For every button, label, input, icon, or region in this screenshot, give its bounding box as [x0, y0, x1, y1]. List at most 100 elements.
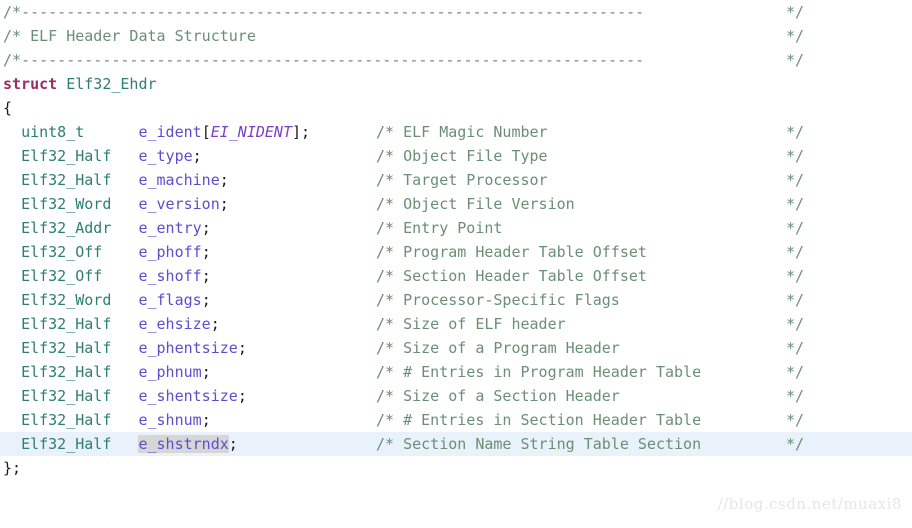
- rule-dashes: ----------------------------------------…: [21, 3, 645, 21]
- field-terminator: ;: [201, 219, 211, 237]
- field-declaration: Elf32_Word e_flags;: [3, 288, 211, 312]
- field-comment: /* Object File Type: [376, 144, 548, 168]
- struct-field-row[interactable]: Elf32_Off e_phoff; /* Program Header Tabl…: [0, 240, 912, 264]
- field-indent: [3, 267, 21, 285]
- field-name[interactable]: e_shoff: [138, 267, 201, 285]
- field-comment-close: */: [786, 147, 805, 165]
- field-type: Elf32_Word: [21, 195, 112, 213]
- field-name[interactable]: e_type: [138, 147, 192, 165]
- field-comment-open: /*: [376, 243, 395, 261]
- struct-field-row[interactable]: uint8_t e_ident[EI_NIDENT]; /* ELF Magic …: [0, 120, 912, 144]
- field-name[interactable]: e_ehsize: [138, 315, 210, 333]
- field-indent: [3, 123, 21, 141]
- field-indent: [3, 291, 21, 309]
- field-comment-open: /*: [376, 123, 395, 141]
- field-name[interactable]: e_ident: [138, 123, 201, 141]
- field-type-gap: [84, 123, 138, 141]
- struct-field-row[interactable]: Elf32_Half e_shnum; /* # Entries in Secti…: [0, 408, 912, 432]
- field-terminator: ;: [219, 171, 229, 189]
- title-comment-open: /*: [3, 27, 22, 45]
- field-type-gap: [111, 171, 138, 189]
- struct-field-list: uint8_t e_ident[EI_NIDENT]; /* ELF Magic …: [0, 120, 912, 456]
- field-type: Elf32_Half: [21, 315, 112, 333]
- field-type: Elf32_Half: [21, 339, 112, 357]
- struct-field-row[interactable]: Elf32_Half e_phnum; /* # Entries in Progr…: [0, 360, 912, 384]
- field-comment-open: /*: [376, 195, 395, 213]
- field-comment-open: /*: [376, 291, 395, 309]
- field-comment: /* Entry Point: [376, 216, 502, 240]
- field-comment-close: */: [786, 171, 805, 189]
- field-comment-text: # Entries in Section Header Table: [394, 411, 702, 429]
- field-declaration: Elf32_Half e_shnum;: [3, 408, 211, 432]
- field-comment: /* Section Header Table Offset: [376, 264, 647, 288]
- field-indent: [3, 387, 21, 405]
- struct-field-row[interactable]: Elf32_Half e_type; /* Object File Type */: [0, 144, 912, 168]
- field-comment: /* Target Processor: [376, 168, 548, 192]
- field-declaration: Elf32_Word e_version;: [3, 192, 229, 216]
- field-name[interactable]: e_version: [138, 195, 219, 213]
- field-declaration: Elf32_Half e_shstrndx;: [3, 432, 238, 456]
- field-indent: [3, 315, 21, 333]
- watermark: //blog.csdn.net/muaxi8: [717, 495, 902, 513]
- field-comment-text: Size of a Program Header: [394, 339, 620, 357]
- struct-open-brace: {: [3, 99, 13, 117]
- field-type-gap: [111, 147, 138, 165]
- field-indent: [3, 411, 21, 429]
- comment-rule-bottom: /*--------------------------------------…: [0, 48, 912, 72]
- struct-open-brace-line: {: [0, 96, 912, 120]
- field-declaration: Elf32_Addr e_entry;: [3, 216, 211, 240]
- code-editor[interactable]: /*--------------------------------------…: [0, 0, 912, 519]
- field-name[interactable]: e_phentsize: [138, 339, 237, 357]
- field-comment: /* Program Header Table Offset: [376, 240, 647, 264]
- field-comment-text: Object File Type: [394, 147, 548, 165]
- field-indent: [3, 195, 21, 213]
- struct-field-row[interactable]: Elf32_Half e_machine; /* Target Processor…: [0, 168, 912, 192]
- field-name[interactable]: e_machine: [138, 171, 219, 189]
- field-terminator: ;: [228, 435, 238, 453]
- field-type: Elf32_Half: [21, 171, 112, 189]
- field-type: Elf32_Off: [21, 267, 103, 285]
- comment-open-marker-2: /*: [3, 51, 22, 69]
- field-terminator: ;: [237, 387, 247, 405]
- comment-close-marker-2: */: [786, 51, 805, 69]
- field-comment-close: */: [786, 291, 805, 309]
- field-comment-close: */: [786, 363, 805, 381]
- field-terminator: ;: [201, 363, 211, 381]
- field-indent: [3, 243, 21, 261]
- comment-open-marker: /*: [3, 3, 22, 21]
- struct-field-row[interactable]: Elf32_Word e_version; /* Object File Vers…: [0, 192, 912, 216]
- struct-field-row[interactable]: Elf32_Half e_shstrndx; /* Section Name St…: [0, 432, 912, 456]
- field-name[interactable]: e_shstrndx: [138, 435, 229, 453]
- field-comment: /* Section Name String Table Section: [376, 432, 701, 456]
- field-comment: /* Size of a Program Header: [376, 336, 620, 360]
- field-name[interactable]: e_entry: [138, 219, 201, 237]
- comment-close-marker: */: [786, 3, 805, 21]
- struct-close-brace: };: [3, 459, 22, 477]
- field-indent: [3, 171, 21, 189]
- field-declaration: uint8_t e_ident[EI_NIDENT];: [3, 120, 310, 144]
- field-name[interactable]: e_shnum: [138, 411, 201, 429]
- field-type-gap: [111, 291, 138, 309]
- field-comment-close: */: [786, 195, 805, 213]
- struct-field-row[interactable]: Elf32_Half e_ehsize; /* Size of ELF heade…: [0, 312, 912, 336]
- field-name[interactable]: e_phnum: [138, 363, 201, 381]
- struct-field-row[interactable]: Elf32_Addr e_entry; /* Entry Point */: [0, 216, 912, 240]
- field-comment-text: ELF Magic Number: [394, 123, 548, 141]
- struct-field-row[interactable]: Elf32_Half e_phentsize; /* Size of a Prog…: [0, 336, 912, 360]
- struct-field-row[interactable]: Elf32_Word e_flags; /* Processor-Specific…: [0, 288, 912, 312]
- comment-title-line: /* ELF Header Data Structure */: [0, 24, 912, 48]
- field-type: Elf32_Half: [21, 387, 112, 405]
- field-name[interactable]: e_shentsize: [138, 387, 237, 405]
- field-name[interactable]: e_phoff: [138, 243, 201, 261]
- field-declaration: Elf32_Half e_machine;: [3, 168, 229, 192]
- array-size-macro[interactable]: EI_NIDENT: [211, 123, 292, 141]
- field-name[interactable]: e_flags: [138, 291, 201, 309]
- struct-field-row[interactable]: Elf32_Half e_shentsize; /* Size of a Sect…: [0, 384, 912, 408]
- field-indent: [3, 339, 21, 357]
- field-comment-open: /*: [376, 315, 395, 333]
- struct-field-row[interactable]: Elf32_Off e_shoff; /* Section Header Tabl…: [0, 264, 912, 288]
- field-terminator: ;: [201, 267, 211, 285]
- field-comment-open: /*: [376, 411, 395, 429]
- field-type-gap: [111, 363, 138, 381]
- field-declaration: Elf32_Half e_phentsize;: [3, 336, 247, 360]
